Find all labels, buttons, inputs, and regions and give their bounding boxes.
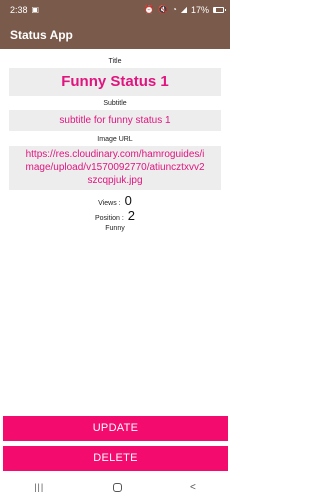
battery-fill bbox=[214, 8, 216, 12]
signal-icon: ◢ bbox=[180, 5, 187, 14]
clock: 2:38 bbox=[10, 5, 28, 15]
title-label: Title bbox=[108, 58, 122, 65]
subtitle-label: Subtitle bbox=[103, 100, 127, 107]
status-bar: 2:38 ▣ ⏰ 🔇 ◔ ◢ 17% bbox=[0, 0, 230, 20]
views-row: Views : 0 bbox=[0, 193, 230, 208]
status-left: 2:38 ▣ bbox=[10, 5, 39, 15]
position-row: Position : 2 bbox=[0, 208, 230, 223]
back-icon[interactable]: < bbox=[190, 482, 196, 493]
battery-percent: 17% bbox=[190, 5, 209, 15]
app-bar: Status App bbox=[0, 20, 230, 49]
home-icon[interactable] bbox=[112, 483, 122, 492]
status-details: Title Funny Status 1 Subtitle subtitle f… bbox=[0, 49, 230, 232]
title-field[interactable]: Funny Status 1 bbox=[9, 68, 221, 96]
position-value: 2 bbox=[127, 208, 136, 223]
navigation-bar: ||| < bbox=[0, 475, 230, 500]
wifi-icon: ◔ bbox=[171, 5, 177, 14]
category-label: Funny bbox=[105, 225, 125, 232]
update-button[interactable]: UPDATE bbox=[3, 416, 228, 441]
alarm-icon: ⏰ bbox=[144, 5, 155, 14]
views-label: Views : bbox=[98, 200, 121, 207]
app-title: Status App bbox=[10, 27, 73, 42]
battery-icon bbox=[213, 7, 226, 13]
image-url-label: Image URL bbox=[97, 136, 133, 143]
image-url-field[interactable]: https://res.cloudinary.com/hamroguides/i… bbox=[9, 146, 221, 190]
recents-icon[interactable]: ||| bbox=[34, 483, 44, 492]
subtitle-field[interactable]: subtitle for funny status 1 bbox=[9, 110, 221, 131]
mute-icon: 🔇 bbox=[158, 5, 168, 14]
position-label: Position : bbox=[94, 215, 124, 222]
status-right: ⏰ 🔇 ◔ ◢ 17% bbox=[144, 5, 226, 15]
delete-button[interactable]: DELETE bbox=[3, 446, 228, 471]
views-value: 0 bbox=[124, 193, 132, 208]
image-icon: ▣ bbox=[31, 5, 40, 14]
